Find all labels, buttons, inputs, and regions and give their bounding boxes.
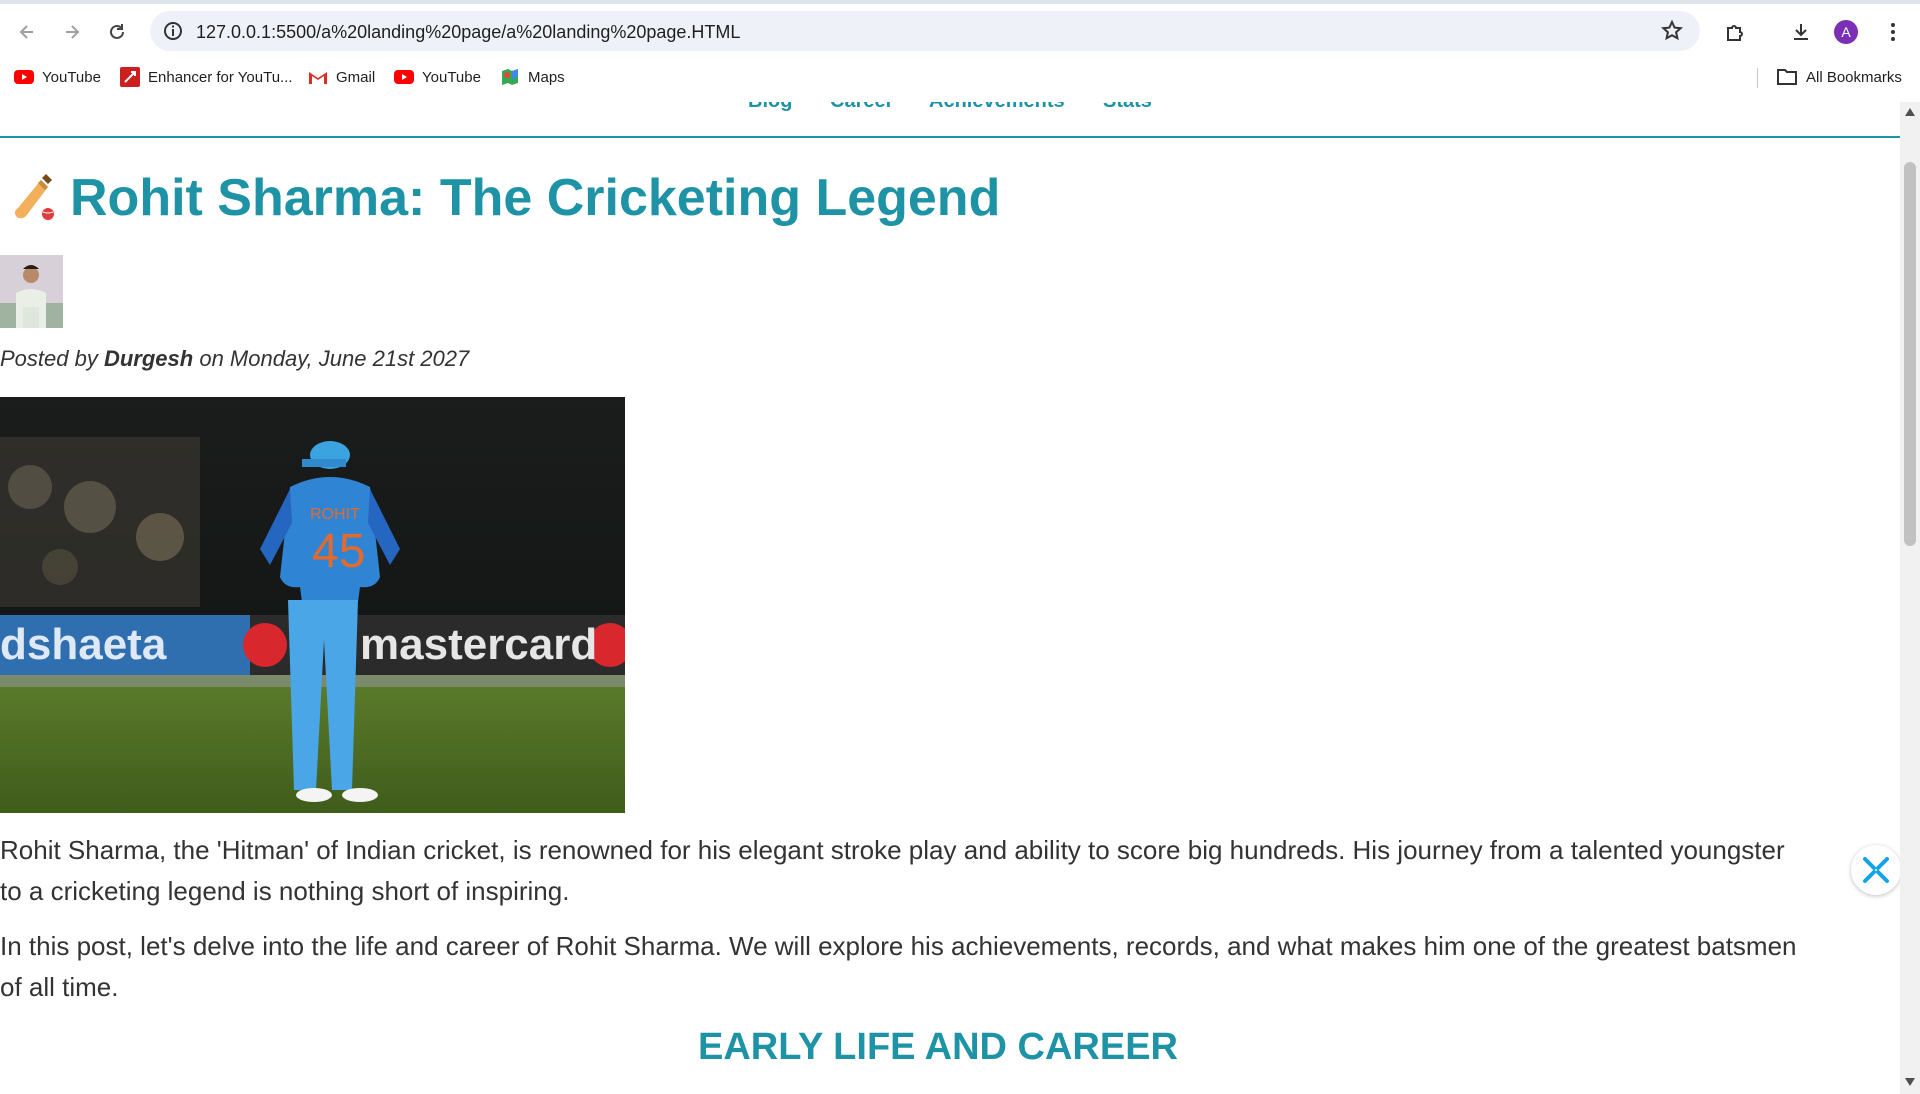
extension-logo-icon (1863, 857, 1889, 883)
post-title: Rohit Sharma: The Cricketing Legend (14, 168, 1000, 228)
back-button[interactable] (10, 15, 44, 49)
hero-image: dshaeta mastercard ROHIT 45 (0, 397, 625, 813)
post-title-text: Rohit Sharma: The Cricketing Legend (70, 169, 1001, 227)
forward-button[interactable] (55, 15, 89, 49)
browser-toolbar: 127.0.0.1:5500/a%20landing%20page/a%20la… (0, 8, 1920, 54)
board-left-text: dshaeta (0, 620, 167, 669)
downloads-button[interactable] (1784, 15, 1818, 49)
nav-link-blog[interactable]: Blog (748, 102, 792, 113)
intro-paragraph-1: Rohit Sharma, the 'Hitman' of Indian cri… (0, 835, 1785, 906)
scroll-down-arrow-icon[interactable] (1905, 1078, 1915, 1086)
bookmarks-divider (1757, 68, 1758, 88)
folder-icon (1777, 69, 1797, 85)
puzzle-icon (1727, 25, 1743, 41)
bookmark-youtube-2[interactable]: YouTube (394, 65, 481, 89)
floating-extension-button[interactable] (1851, 845, 1900, 895)
page-viewport: Blog Career Achievements Stats Rohit Sha… (0, 102, 1900, 1094)
youtube-icon (14, 70, 34, 84)
board-right-text: mastercard (360, 620, 597, 669)
nav-link-stats[interactable]: Stats (1103, 102, 1152, 113)
arrow-right-icon (66, 25, 80, 39)
author-photo (0, 255, 63, 328)
site-info-icon[interactable] (162, 20, 184, 42)
reload-icon (110, 24, 124, 39)
arrow-left-icon (19, 25, 33, 39)
extensions-button[interactable] (1718, 15, 1752, 49)
bookmark-maps[interactable]: Maps (500, 65, 565, 89)
avatar: A (1834, 20, 1858, 44)
bookmark-youtube-1[interactable]: YouTube (14, 65, 101, 89)
more-vert-icon (1891, 23, 1895, 41)
gmail-icon (309, 71, 327, 84)
site-navigation: Blog Career Achievements Stats (0, 102, 1900, 138)
nav-link-achievements[interactable]: Achievements (929, 102, 1065, 113)
menu-button[interactable] (1876, 15, 1910, 49)
post-meta: Posted by Durgesh on Monday, June 21st 2… (0, 346, 470, 371)
jersey-number-text: 45 (312, 525, 365, 578)
reload-button[interactable] (100, 15, 134, 49)
cricket-bat-icon (14, 174, 54, 220)
scrollbar-thumb[interactable] (1904, 162, 1916, 546)
youtube-icon (394, 70, 414, 84)
bookmark-enhancer[interactable]: Enhancer for YouTu... (120, 65, 293, 89)
bookmarks-bar: YouTube Enhancer for YouTu... Gmail YouT… (0, 62, 1920, 92)
all-bookmarks-button[interactable]: All Bookmarks (1776, 65, 1902, 89)
profile-button[interactable]: A (1829, 15, 1863, 49)
intro-paragraph-2: In this post, let's delve into the life … (0, 931, 1797, 1002)
address-bar[interactable]: 127.0.0.1:5500/a%20landing%20page/a%20la… (150, 11, 1700, 51)
vertical-scrollbar[interactable] (1900, 102, 1920, 1094)
author-name: Durgesh (103, 346, 194, 371)
jersey-name-text: ROHIT (310, 506, 360, 523)
url-text[interactable]: 127.0.0.1:5500/a%20landing%20page/a%20la… (196, 22, 740, 43)
bookmark-gmail[interactable]: Gmail (308, 65, 375, 89)
enhancer-icon (120, 67, 140, 87)
scroll-up-arrow-icon[interactable] (1905, 108, 1915, 116)
download-icon (1794, 24, 1808, 40)
tab-strip-edge (0, 0, 1920, 4)
section-heading: EARLY LIFE AND CAREER (698, 1026, 1178, 1068)
bookmark-star-icon[interactable] (1660, 19, 1684, 43)
maps-icon (502, 69, 518, 85)
nav-link-career[interactable]: Career (830, 102, 893, 113)
browser-chrome: 127.0.0.1:5500/a%20landing%20page/a%20la… (0, 0, 1920, 102)
